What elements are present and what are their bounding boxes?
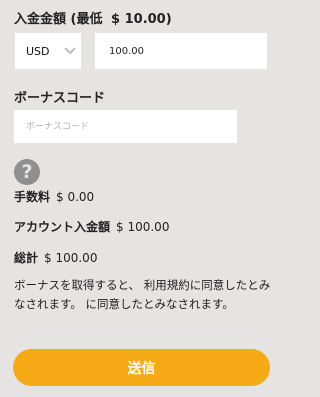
deposit-amount-label: 入金金額	[14, 12, 67, 27]
total-row: 総計 $ 100.00	[14, 249, 97, 266]
account-deposit-row: アカウント入金額 $ 100.00	[14, 218, 169, 235]
minimum-amount: $ 10.00)	[111, 12, 172, 27]
question-circle-icon[interactable]: ?	[14, 159, 40, 185]
submit-button[interactable]: 送信	[13, 349, 270, 386]
currency-value: USD	[26, 44, 50, 58]
bonus-code-input[interactable]	[14, 110, 237, 143]
minimum-text: (最低	[70, 12, 103, 27]
fee-label: 手数料	[14, 190, 51, 204]
fee-row: 手数料 $ 0.00	[14, 188, 94, 205]
account-deposit-label: アカウント入金額	[14, 220, 111, 234]
chevron-down-icon	[64, 47, 76, 55]
account-deposit-value: $ 100.00	[116, 220, 170, 234]
terms-notice: ボーナスを取得すると、 利用規約に同意したとみなされます。 に同意したとみなされ…	[14, 278, 271, 311]
currency-select[interactable]: USD	[15, 33, 81, 69]
deposit-amount-heading: 入金金額 (最低 $ 10.00)	[14, 8, 172, 27]
bonus-code-label: ボーナスコード	[14, 91, 106, 106]
fee-value: $ 0.00	[56, 190, 95, 204]
amount-input[interactable]	[95, 33, 267, 69]
total-label: 総計	[14, 251, 39, 265]
total-value: $ 100.00	[44, 251, 98, 265]
